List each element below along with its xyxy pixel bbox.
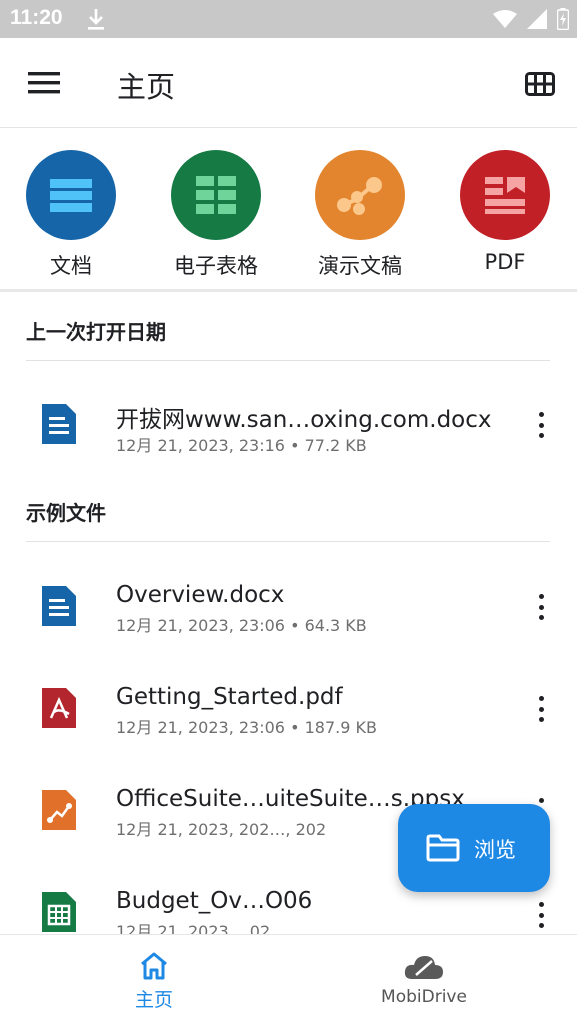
samples-section-title: 示例文件 xyxy=(26,501,106,525)
cloud-icon xyxy=(404,956,443,979)
category-row: 文档 电子表格 演示文稿 PDF xyxy=(0,132,577,292)
docx-file-icon xyxy=(42,404,76,444)
sample-file-row[interactable]: Overview.docx 12月 21, 2023, 23:06 • 64.3… xyxy=(0,560,577,650)
status-bar: 11:20 xyxy=(0,0,577,38)
category-spreadsheets[interactable]: 电子表格 xyxy=(161,150,271,280)
page-title: 主页 xyxy=(117,70,176,104)
bottom-nav: 主页 MobiDrive xyxy=(0,934,577,1024)
signal-icon xyxy=(527,9,547,29)
category-pdf[interactable]: PDF xyxy=(450,150,560,274)
pdf-file-icon xyxy=(42,688,76,728)
nav-mobidrive[interactable]: MobiDrive xyxy=(362,935,486,1024)
nav-home[interactable]: 主页 xyxy=(94,935,214,1024)
category-label: 演示文稿 xyxy=(318,254,402,278)
sample-file-row[interactable]: Getting_Started.pdf 12月 21, 2023, 23:06 … xyxy=(0,664,577,754)
docx-file-icon xyxy=(42,586,76,626)
pdf-category-icon xyxy=(460,150,550,240)
status-icons xyxy=(493,8,569,30)
spreadsheet-category-icon xyxy=(171,150,261,240)
divider xyxy=(26,541,550,542)
app-bar: 主页 xyxy=(0,38,577,128)
more-options-icon[interactable] xyxy=(530,410,552,440)
document-category-icon xyxy=(26,150,116,240)
file-meta: 12月 21, 2023, 23:06 • 187.9 KB xyxy=(116,718,377,737)
more-options-icon[interactable] xyxy=(530,694,552,724)
category-label: 电子表格 xyxy=(174,254,258,278)
recent-section-title: 上一次打开日期 xyxy=(26,320,166,344)
recent-file-row[interactable]: 开拔网www.san…oxing.com.docx 12月 21, 2023, … xyxy=(0,380,577,470)
download-icon xyxy=(88,9,104,30)
category-documents[interactable]: 文档 xyxy=(16,150,126,280)
category-label: 文档 xyxy=(50,254,92,278)
file-meta: 12月 21, 2023, 23:16 • 77.2 KB xyxy=(116,436,367,455)
wifi-icon xyxy=(493,10,517,28)
file-name: Budget_Ov…O06 xyxy=(116,888,313,914)
nav-label: MobiDrive xyxy=(381,987,467,1007)
file-meta: 12月 21, 2023, 23:06 • 64.3 KB xyxy=(116,616,367,635)
category-label: PDF xyxy=(484,250,526,274)
nav-label: 主页 xyxy=(134,989,173,1011)
browse-button[interactable]: 浏览 xyxy=(398,804,550,892)
battery-icon xyxy=(557,8,569,30)
xlsx-file-icon xyxy=(42,892,76,932)
folder-icon xyxy=(426,834,460,862)
more-options-icon[interactable] xyxy=(530,592,552,622)
hamburger-menu-icon[interactable] xyxy=(28,70,60,96)
file-name: Overview.docx xyxy=(116,582,285,608)
presentation-category-icon xyxy=(315,150,405,240)
home-icon xyxy=(141,952,167,980)
category-presentations[interactable]: 演示文稿 xyxy=(305,150,415,280)
status-time: 11:20 xyxy=(10,6,63,29)
grid-view-icon[interactable] xyxy=(525,72,555,96)
divider xyxy=(26,360,550,361)
file-meta: 12月 21, 2023, 202…, 202 xyxy=(116,820,327,839)
file-name: Getting_Started.pdf xyxy=(116,684,343,710)
file-name: 开拔网www.san…oxing.com.docx xyxy=(116,407,492,433)
more-options-icon[interactable] xyxy=(530,900,552,930)
browse-label: 浏览 xyxy=(474,838,516,862)
ppsx-file-icon xyxy=(42,790,76,830)
